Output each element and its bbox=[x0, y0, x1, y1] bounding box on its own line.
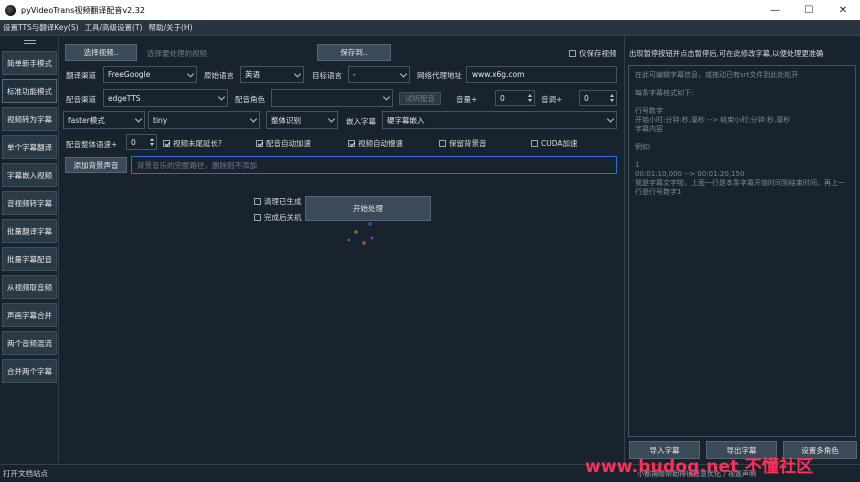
checkbox-box[interactable] bbox=[254, 198, 261, 205]
menu-tools[interactable]: 工具/高级设置(T) bbox=[82, 22, 146, 33]
sidebar-item-batch-dub[interactable]: 批量字幕配音 bbox=[2, 247, 57, 271]
spin-down-icon[interactable] bbox=[528, 99, 532, 102]
keep-bg-checkbox[interactable]: 保留背景音 bbox=[439, 138, 487, 149]
spin-up-icon[interactable] bbox=[528, 94, 532, 97]
target-language-select[interactable]: - bbox=[348, 66, 410, 83]
app-logo-icon bbox=[5, 4, 16, 16]
main-panel: 选择视频.. 选择要处理的视频 保存到.. 仅保存视频 翻译渠道 FreeGoo… bbox=[60, 37, 620, 462]
site-watermark: www.budog.net 不懂社区 bbox=[585, 457, 814, 477]
speed-spinbox[interactable]: 0 bbox=[126, 134, 157, 150]
volume-label: 音量+ bbox=[456, 95, 478, 104]
audio-auto-speed-checkbox[interactable]: 配音自动加速 bbox=[256, 138, 311, 149]
pitch-label: 音调+ bbox=[541, 95, 563, 104]
proxy-label: 网络代理地址 bbox=[417, 71, 462, 80]
sidebar-item-batch-translate[interactable]: 批量翻译字幕 bbox=[2, 219, 57, 243]
source-language-select[interactable]: 英语 bbox=[240, 66, 304, 83]
translate-channel-select[interactable]: FreeGoogle bbox=[103, 66, 197, 83]
model-select[interactable]: tiny bbox=[148, 111, 260, 129]
save-to-button[interactable]: 保存到.. bbox=[317, 44, 391, 61]
sidebar-item-extract-audio[interactable]: 从视频取音频 bbox=[2, 275, 57, 299]
volume-spinbox[interactable]: 0 bbox=[495, 90, 535, 106]
tts-channel-select[interactable]: edgeTTS bbox=[103, 89, 228, 107]
try-dub-button[interactable]: 试听配音 bbox=[399, 92, 441, 105]
bg-audio-path-input[interactable]: 背景音乐的完整路径，删除则不添加 bbox=[131, 156, 617, 174]
embed-subtitle-select[interactable]: 硬字幕嵌入 bbox=[382, 111, 617, 129]
checkbox-box[interactable] bbox=[439, 140, 446, 147]
sidebar-item-embed-subtitle[interactable]: 字幕嵌入视频 bbox=[2, 163, 57, 187]
spin-down-icon[interactable] bbox=[610, 99, 614, 102]
chevron-down-icon bbox=[134, 115, 143, 123]
sidebar-item-translate-subtitle[interactable]: 单个字幕翻译 bbox=[2, 135, 57, 159]
add-bg-audio-button[interactable]: 添加背景声音 bbox=[65, 157, 127, 173]
start-processing-button[interactable]: 开始处理 bbox=[305, 196, 431, 221]
checkbox-checked-icon[interactable] bbox=[348, 140, 355, 147]
menu-bar: 设置TTS与翻译Key(S) 工具/高级设置(T) 帮助/关于(H) bbox=[0, 20, 860, 36]
pitch-spinbox[interactable]: 0 bbox=[579, 90, 617, 106]
menu-settings[interactable]: 设置TTS与翻译Key(S) bbox=[0, 22, 82, 33]
close-button[interactable]: ✕ bbox=[826, 0, 860, 20]
select-video-button[interactable]: 选择视频.. bbox=[65, 44, 137, 61]
checkbox-box[interactable] bbox=[569, 50, 576, 57]
window-title: pyVideoTrans视频翻译配音v2.32 bbox=[21, 5, 145, 15]
embed-subtitle-label: 嵌入字幕 bbox=[346, 117, 376, 126]
checkbox-box[interactable] bbox=[254, 214, 261, 221]
translate-channel-label: 翻译渠道 bbox=[66, 71, 96, 80]
checkbox-checked-icon[interactable] bbox=[163, 140, 170, 147]
chevron-down-icon bbox=[606, 115, 615, 123]
subtitle-edit-hint: 出现暂停按钮并点击暂停后,可在此修改字幕,以便处理更准确 bbox=[629, 49, 824, 58]
spin-down-icon[interactable] bbox=[150, 143, 154, 146]
chevron-down-icon bbox=[186, 69, 195, 78]
spin-up-icon[interactable] bbox=[610, 94, 614, 97]
spin-up-icon[interactable] bbox=[150, 138, 154, 141]
chevron-down-icon bbox=[293, 69, 302, 78]
only-save-video-checkbox[interactable]: 仅保存视频 bbox=[569, 48, 617, 59]
chevron-down-icon bbox=[249, 115, 258, 123]
sidebar-item-av-to-subtitle[interactable]: 音视频转字幕 bbox=[2, 191, 57, 215]
chevron-down-icon bbox=[327, 115, 336, 123]
chevron-down-icon bbox=[399, 69, 408, 78]
sidebar: 简单新手模式 标准功能模式 视频转为字幕 单个字幕翻译 字幕嵌入视频 音视频转字… bbox=[0, 37, 59, 462]
chevron-down-icon bbox=[382, 93, 391, 101]
sidebar-item-merge-av-sub[interactable]: 声画字幕合并 bbox=[2, 303, 57, 327]
title-bar: pyVideoTrans视频翻译配音v2.32 — ☐ ✕ bbox=[0, 0, 860, 20]
tts-channel-label: 配音渠道 bbox=[66, 95, 96, 104]
proxy-input[interactable]: www.x6g.com bbox=[466, 66, 617, 83]
menu-help[interactable]: 帮助/关于(H) bbox=[145, 22, 195, 33]
open-docs-link[interactable]: 打开文档站点 bbox=[3, 468, 48, 479]
video-extend-checkbox[interactable]: 视频末尾延长? bbox=[163, 138, 222, 149]
recognition-type-select[interactable]: 整体识别 bbox=[266, 111, 338, 129]
select-video-hint: 选择要处理的视频 bbox=[147, 49, 207, 58]
shutdown-after-checkbox[interactable]: 完成后关机 bbox=[254, 212, 302, 223]
target-language-label: 目标语言 bbox=[312, 71, 342, 80]
subtitle-editor[interactable]: 在此可编辑字幕信息，或拖动已有srt文件到此处松开 每条字幕格式如下: 行号数字… bbox=[628, 65, 856, 437]
toolbar-grip-icon[interactable] bbox=[24, 40, 36, 44]
maximize-button[interactable]: ☐ bbox=[792, 0, 826, 20]
sidebar-item-simple-mode[interactable]: 简单新手模式 bbox=[2, 51, 57, 75]
voice-role-select[interactable] bbox=[271, 89, 393, 107]
cuda-checkbox[interactable]: CUDA加速 bbox=[531, 138, 578, 149]
clean-generated-checkbox[interactable]: 清理已生成 bbox=[254, 196, 302, 207]
checkbox-checked-icon[interactable] bbox=[256, 140, 263, 147]
sidebar-item-standard-mode[interactable]: 标准功能模式 bbox=[2, 79, 57, 103]
chevron-down-icon bbox=[217, 93, 226, 101]
source-language-label: 原始语言 bbox=[204, 71, 234, 80]
voice-role-label: 配音角色 bbox=[235, 95, 265, 104]
sidebar-item-merge-subtitles[interactable]: 合并两个字幕 bbox=[2, 359, 57, 383]
subtitle-panel: 出现暂停按钮并点击暂停后,可在此修改字幕,以便处理更准确 在此可编辑字幕信息，或… bbox=[624, 37, 860, 462]
speed-label: 配音整体语速+ bbox=[66, 140, 118, 149]
video-auto-slow-checkbox[interactable]: 视频自动慢速 bbox=[348, 138, 403, 149]
sidebar-item-video-to-subtitle[interactable]: 视频转为字幕 bbox=[2, 107, 57, 131]
minimize-button[interactable]: — bbox=[758, 0, 792, 20]
recognition-mode-select[interactable]: faster模式 bbox=[63, 111, 145, 129]
sidebar-item-mix-audio[interactable]: 两个音频混流 bbox=[2, 331, 57, 355]
checkbox-box[interactable] bbox=[531, 140, 538, 147]
